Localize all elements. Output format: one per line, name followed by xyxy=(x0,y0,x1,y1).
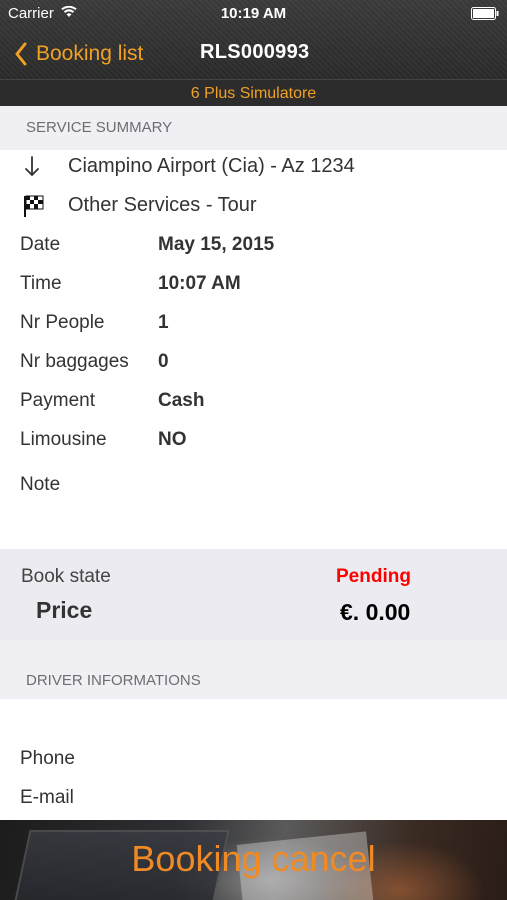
booking-cancel-button[interactable]: Booking cancel xyxy=(0,820,507,900)
service-row-tour: Other Services - Tour xyxy=(0,186,507,225)
field-label: Payment xyxy=(20,390,95,411)
field-row-limousine: Limousine NO xyxy=(0,420,507,459)
driver-info-header: DRIVER INFORMATIONS xyxy=(0,654,507,699)
back-button[interactable]: Booking list xyxy=(14,39,143,69)
price-label: Price xyxy=(36,597,93,623)
field-value: May 15, 2015 xyxy=(158,234,275,255)
field-label: Nr baggages xyxy=(20,351,129,372)
field-value: NO xyxy=(158,429,187,450)
field-row-note: Note xyxy=(0,465,507,504)
field-value: 10:07 AM xyxy=(158,273,241,294)
field-row-payment: Payment Cash xyxy=(0,381,507,420)
service-text: Ciampino Airport (Cia) - Az 1234 xyxy=(68,155,355,177)
field-row-time: Time 10:07 AM xyxy=(0,264,507,303)
section-gap xyxy=(0,640,507,654)
field-row-date: Date May 15, 2015 xyxy=(0,225,507,264)
field-label: Nr People xyxy=(20,312,105,333)
booking-cancel-label: Booking cancel xyxy=(131,838,376,879)
field-label: Limousine xyxy=(20,429,107,450)
clock: 10:19 AM xyxy=(220,5,287,22)
field-row-baggages: Nr baggages 0 xyxy=(0,342,507,381)
field-label: Date xyxy=(20,234,61,255)
field-label: Note xyxy=(20,474,61,495)
booking-state-block: Book state Pending Price €. 0.00 xyxy=(0,549,507,640)
back-button-label: Booking list xyxy=(36,42,144,65)
field-label: E-mail xyxy=(20,787,74,808)
service-text: Other Services - Tour xyxy=(68,194,257,216)
chevron-left-icon xyxy=(15,42,27,66)
book-state-value: Pending xyxy=(336,566,411,587)
booking-code-title: RLS000993 xyxy=(200,41,310,63)
checkered-flag-icon xyxy=(24,195,44,217)
status-bar: Carrier 10:19 AM xyxy=(0,0,507,28)
field-row-phone: Phone xyxy=(0,739,507,778)
nav-subtitle: 6 Plus Simulatore xyxy=(0,79,507,106)
field-value: 1 xyxy=(158,312,169,333)
service-row-transfer: Ciampino Airport (Cia) - Az 1234 xyxy=(0,147,507,186)
top-bar: Carrier 10:19 AM Booking list RLS000993 xyxy=(0,0,507,79)
book-state-label: Book state xyxy=(21,566,111,587)
nav-bar: Booking list RLS000993 xyxy=(0,28,507,79)
field-row-email: E-mail xyxy=(0,778,507,817)
field-label: Phone xyxy=(20,748,75,769)
field-value: Cash xyxy=(158,390,205,411)
service-summary-header: SERVICE SUMMARY xyxy=(0,106,507,150)
arrow-down-icon xyxy=(25,155,39,176)
field-row-people: Nr People 1 xyxy=(0,303,507,342)
field-label: Time xyxy=(20,273,62,294)
price-value: €. 0.00 xyxy=(340,599,411,625)
battery-icon xyxy=(471,7,499,20)
field-value: 0 xyxy=(158,351,169,372)
